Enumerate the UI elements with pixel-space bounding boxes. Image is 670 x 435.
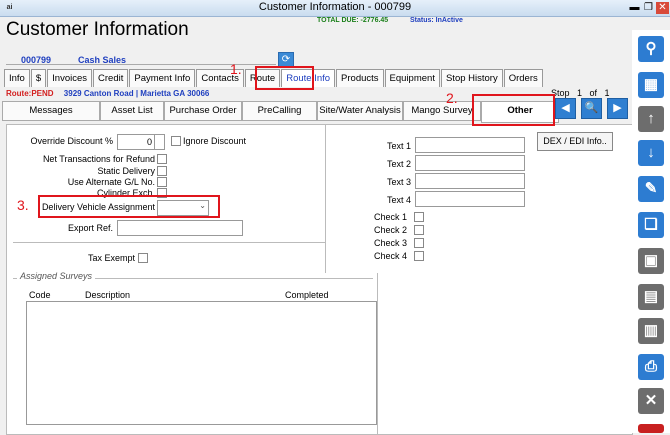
annotation-2: 2. — [446, 90, 458, 106]
account-number: 000799 — [21, 55, 52, 65]
check2-checkbox[interactable] — [414, 225, 424, 235]
check4-checkbox[interactable] — [414, 251, 424, 261]
tab-orders[interactable]: Orders — [503, 69, 543, 87]
print-icon[interactable]: ⎙ — [638, 354, 664, 380]
content-panel: Override Discount % 0 Ignore Discount Ne… — [6, 124, 633, 435]
static-delivery-checkbox[interactable] — [157, 166, 167, 176]
grid-icon[interactable]: ▦ — [638, 72, 664, 98]
divider — [325, 125, 326, 273]
status-badge: Status: InActive — [410, 17, 463, 24]
text4-input[interactable] — [415, 191, 525, 207]
down-arrow-icon[interactable]: ↓ — [638, 140, 664, 166]
override-discount-input[interactable]: 0 — [117, 134, 155, 150]
add-note-icon[interactable]: ▣ — [638, 248, 664, 274]
use-alt-gl-checkbox[interactable] — [157, 177, 167, 187]
static-delivery-label: Static Delivery — [97, 166, 155, 176]
surveys-list[interactable] — [26, 301, 377, 425]
check1-label: Check 1 — [373, 212, 407, 222]
tab-stop-history[interactable]: Stop History — [440, 69, 503, 87]
check3-label: Check 3 — [373, 238, 407, 248]
annotation-box-route-info — [255, 66, 314, 90]
dex-edi-button[interactable]: DEX / EDI Info.. — [537, 132, 613, 151]
forward-arrow-icon[interactable]: ▶ — [607, 98, 628, 119]
tab-equipment[interactable]: Equipment — [384, 69, 440, 87]
net-transactions-checkbox[interactable] — [157, 154, 167, 164]
text2-input[interactable] — [415, 155, 525, 171]
back-arrow-icon[interactable]: ◀ — [555, 98, 576, 119]
route-address: 3929 Canton Road | Marietta GA 30066 — [63, 89, 210, 98]
edit-icon[interactable]: ✎ — [638, 176, 664, 202]
divider — [377, 273, 378, 434]
check1-checkbox[interactable] — [414, 212, 424, 222]
tab-mango-survey[interactable]: Mango Survey — [403, 101, 481, 121]
page-title: Customer Information — [6, 19, 189, 40]
tab-info[interactable]: Info — [4, 69, 30, 87]
text4-label: Text 4 — [386, 195, 411, 205]
text2-label: Text 2 — [386, 159, 411, 169]
window-title: Customer Information - 000799 — [258, 1, 412, 13]
export-ref-label: Export Ref. — [67, 223, 113, 233]
tab-asset-list[interactable]: Asset List — [100, 101, 164, 121]
annotation-3: 3. — [17, 197, 29, 213]
title-bar: ai Customer Information - 000799 ▬ ❐ ✕ — [0, 0, 670, 17]
annotation-box-delivery-vehicle — [38, 195, 220, 218]
tab-precalling[interactable]: PreCalling — [242, 101, 317, 121]
text1-label: Text 1 — [386, 141, 411, 151]
route-line: Route:PEND 3929 Canton Road | Marietta G… — [6, 89, 209, 98]
net-transactions-label: Net Transactions for Refund — [42, 154, 155, 164]
exit-icon[interactable] — [638, 424, 664, 433]
account-name: Cash Sales — [78, 55, 127, 65]
check2-label: Check 2 — [373, 225, 407, 235]
column-code: Code — [29, 290, 51, 300]
tab-credit[interactable]: Credit — [93, 69, 129, 87]
tab-dollar[interactable]: $ — [30, 69, 47, 87]
ignore-discount-checkbox[interactable] — [171, 136, 181, 146]
text3-input[interactable] — [415, 173, 525, 189]
tab-messages[interactable]: Messages — [2, 101, 100, 121]
restore-button[interactable]: ❐ — [642, 2, 655, 14]
assigned-surveys-label: Assigned Surveys — [17, 271, 96, 281]
use-alt-gl-label: Use Alternate G/L No. — [67, 177, 155, 187]
check3-checkbox[interactable] — [414, 238, 424, 248]
stop-counter: Stop 1 of 1 — [551, 88, 610, 98]
tab-products[interactable]: Products — [336, 69, 384, 87]
column-description: Description — [85, 290, 131, 300]
ignore-discount-label: Ignore Discount — [183, 136, 247, 146]
annotation-box-other — [472, 94, 555, 126]
minimize-button[interactable]: ▬ — [628, 2, 641, 14]
discount-spinner[interactable] — [154, 134, 165, 150]
tab-invoices[interactable]: Invoices — [47, 69, 93, 87]
override-discount-label: Override Discount % — [30, 136, 113, 146]
column-completed: Completed — [285, 290, 329, 300]
right-toolbar: ⚲ ▦ ↑ ↓ ✎ ❏ ▣ ▤ ▥ ⎙ ✕ — [632, 30, 670, 433]
tab-site-water-analysis[interactable]: Site/Water Analysis — [317, 101, 403, 121]
check4-label: Check 4 — [373, 251, 407, 261]
save-icon[interactable]: ▤ — [638, 284, 664, 310]
export-ref-input[interactable] — [117, 220, 243, 236]
text3-label: Text 3 — [386, 177, 411, 187]
tab-payment-info[interactable]: Payment Info — [129, 69, 196, 87]
route-code: Route:PEND — [6, 89, 54, 98]
divider — [13, 242, 325, 243]
search-icon[interactable]: ⚲ — [638, 36, 664, 62]
cancel-icon[interactable]: ✕ — [638, 388, 664, 414]
search-icon[interactable]: 🔍 — [581, 98, 602, 119]
tab-purchase-order[interactable]: Purchase Order — [164, 101, 242, 121]
tax-exempt-checkbox[interactable] — [138, 253, 148, 263]
close-button[interactable]: ✕ — [656, 2, 669, 14]
up-arrow-icon[interactable]: ↑ — [638, 106, 664, 132]
annotation-1: 1. — [230, 61, 242, 77]
total-due: TOTAL DUE: -2776.45 — [317, 17, 389, 24]
tax-exempt-label: Tax Exempt — [87, 253, 135, 263]
text1-input[interactable] — [415, 137, 525, 153]
delete-icon[interactable]: ▥ — [638, 318, 664, 344]
refresh-icon[interactable]: ⟳ — [278, 52, 294, 67]
copy-icon[interactable]: ❏ — [638, 212, 664, 238]
